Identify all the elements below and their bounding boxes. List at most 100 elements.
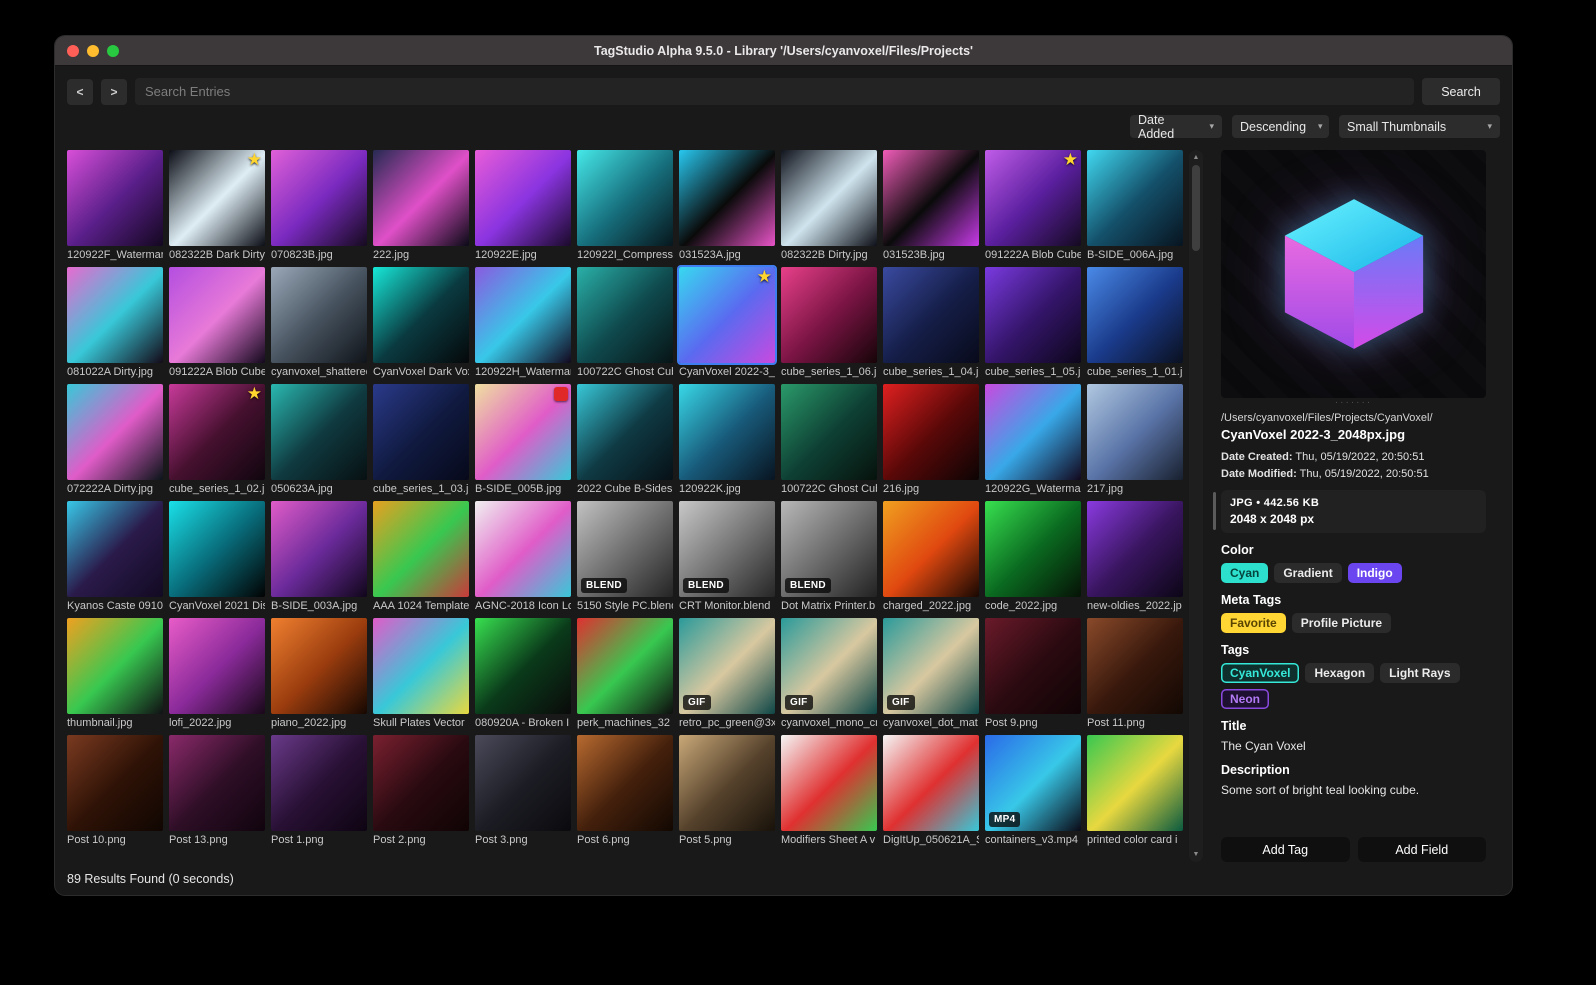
grid-item[interactable]: perk_machines_32 [577, 618, 673, 729]
thumbnail-image[interactable] [67, 501, 163, 597]
grid-item[interactable]: 031523B.jpg [883, 150, 979, 261]
grid-item[interactable]: 120922E.jpg [475, 150, 571, 261]
thumbnail-image[interactable] [67, 618, 163, 714]
tag-pill[interactable]: CyanVoxel [1221, 663, 1300, 683]
thumbnail-image[interactable] [373, 501, 469, 597]
grid-item[interactable]: Post 13.png [169, 735, 265, 846]
search-button[interactable]: Search [1422, 78, 1500, 105]
grid-scrollbar[interactable]: ▲ ▼ [1189, 150, 1203, 862]
grid-item[interactable]: new-oldies_2022.jp [1087, 501, 1183, 612]
grid-item[interactable]: Kyanos Caste 0910 [67, 501, 163, 612]
grid-item[interactable]: thumbnail.jpg [67, 618, 163, 729]
panel-resize-handle[interactable]: ······· [1221, 398, 1486, 410]
thumbnail-image[interactable]: BLEND [679, 501, 775, 597]
thumbnail-image[interactable] [883, 267, 979, 363]
grid-item[interactable]: Post 5.png [679, 735, 775, 846]
thumbnail-image[interactable] [985, 267, 1081, 363]
forward-button[interactable]: > [101, 78, 127, 105]
grid-item[interactable]: BLEND Dot Matrix Printer.b [781, 501, 877, 612]
thumbnail-image[interactable] [577, 618, 673, 714]
thumbnail-image[interactable]: MP4 [985, 735, 1081, 831]
thumbnail-image[interactable] [883, 384, 979, 480]
thumbnail-image[interactable]: ★ [677, 265, 777, 365]
sort-field-dropdown[interactable]: Date Added ▾ [1130, 113, 1222, 141]
thumbnail-image[interactable]: GIF [883, 618, 979, 714]
grid-item[interactable]: CyanVoxel 2021 Dis [169, 501, 265, 612]
grid-item[interactable]: 2022 Cube B-Sides [577, 384, 673, 495]
thumbnail-image[interactable] [883, 150, 979, 246]
thumbnail-image[interactable] [985, 618, 1081, 714]
thumbnail-image[interactable] [1087, 501, 1183, 597]
grid-item[interactable]: 120922I_Compressed [577, 150, 673, 261]
thumbnail-image[interactable]: GIF [679, 618, 775, 714]
thumbnail-image[interactable] [475, 150, 571, 246]
thumbnail-image[interactable]: ★ [169, 150, 265, 246]
grid-item[interactable]: Post 9.png [985, 618, 1081, 729]
grid-item[interactable]: 070823B.jpg [271, 150, 367, 261]
grid-item[interactable]: 072222A Dirty.jpg [67, 384, 163, 495]
thumbnail-image[interactable] [475, 384, 571, 480]
grid-item[interactable]: 100722C Ghost Cub [781, 384, 877, 495]
thumbnail-image[interactable] [373, 735, 469, 831]
thumbnail-image[interactable] [373, 150, 469, 246]
thumbnail-image[interactable] [475, 618, 571, 714]
grid-item[interactable]: 100722C Ghost Cub [577, 267, 673, 378]
grid-item[interactable]: 031523A.jpg [679, 150, 775, 261]
grid-item[interactable]: Post 1.png [271, 735, 367, 846]
grid-item[interactable]: piano_2022.jpg [271, 618, 367, 729]
titlebar[interactable]: TagStudio Alpha 9.5.0 - Library '/Users/… [55, 36, 1512, 66]
thumbnail-image[interactable] [985, 501, 1081, 597]
grid-item[interactable]: 222.jpg [373, 150, 469, 261]
thumbnail-image[interactable] [1087, 618, 1183, 714]
grid-item[interactable]: printed color card i [1087, 735, 1183, 846]
thumbnail-size-dropdown[interactable]: Small Thumbnails ▾ [1339, 115, 1500, 138]
thumbnail-image[interactable] [679, 735, 775, 831]
grid-item[interactable]: Modifiers Sheet A v [781, 735, 877, 846]
tag-pill[interactable]: Neon [1221, 689, 1269, 709]
grid-item[interactable]: cube_series_1_06.j [781, 267, 877, 378]
grid-item[interactable]: 120922H_Watermark [475, 267, 571, 378]
grid-item[interactable]: ★ CyanVoxel 2022-3_ [677, 265, 777, 378]
grid-item[interactable]: GIF cyanvoxel_mono_cr [781, 618, 877, 729]
grid-item[interactable]: lofi_2022.jpg [169, 618, 265, 729]
thumbnail-image[interactable]: BLEND [781, 501, 877, 597]
thumbnail-image[interactable] [1087, 735, 1183, 831]
grid-item[interactable]: 216.jpg [883, 384, 979, 495]
grid-item[interactable]: BLEND 5150 Style PC.blend [577, 501, 673, 612]
grid-item[interactable]: ★ 082322B Dark Dirty [169, 150, 265, 261]
thumbnail-image[interactable] [781, 384, 877, 480]
grid-item[interactable]: 050623A.jpg [271, 384, 367, 495]
thumbnail-image[interactable] [169, 501, 265, 597]
search-input[interactable] [135, 78, 1414, 105]
thumbnail-image[interactable] [67, 735, 163, 831]
grid-item[interactable]: 081022A Dirty.jpg [67, 267, 163, 378]
tag-pill[interactable]: Indigo [1347, 563, 1402, 583]
grid-item[interactable]: 217.jpg [1087, 384, 1183, 495]
thumbnail-image[interactable] [169, 267, 265, 363]
thumbnail-image[interactable] [373, 618, 469, 714]
grid-item[interactable]: CyanVoxel Dark Vox [373, 267, 469, 378]
thumbnail-image[interactable] [271, 735, 367, 831]
grid-item[interactable]: B-SIDE_003A.jpg [271, 501, 367, 612]
grid-item[interactable]: Skull Plates Vector [373, 618, 469, 729]
thumbnail-image[interactable] [373, 384, 469, 480]
scrollbar-track[interactable] [1192, 165, 1200, 847]
thumbnail-image[interactable]: ★ [985, 150, 1081, 246]
grid-item[interactable]: MP4 containers_v3.mp4 [985, 735, 1081, 846]
grid-item[interactable]: Post 6.png [577, 735, 673, 846]
tag-pill[interactable]: Favorite [1221, 613, 1286, 633]
thumbnail-image[interactable] [271, 501, 367, 597]
grid-item[interactable]: 120922F_Watermark [67, 150, 163, 261]
grid-item[interactable]: Post 2.png [373, 735, 469, 846]
back-button[interactable]: < [67, 78, 93, 105]
grid-item[interactable]: ★ 091222A Blob Cube [985, 150, 1081, 261]
grid-item[interactable]: Post 10.png [67, 735, 163, 846]
grid-item[interactable]: AGNC-2018 Icon Lo [475, 501, 571, 612]
thumbnail-image[interactable] [577, 384, 673, 480]
thumbnail-image[interactable] [475, 501, 571, 597]
thumbnail-image[interactable] [67, 150, 163, 246]
grid-item[interactable]: 120922K.jpg [679, 384, 775, 495]
thumbnail-image[interactable] [271, 618, 367, 714]
thumbnail-image[interactable] [271, 267, 367, 363]
thumbnail-image[interactable] [475, 267, 571, 363]
